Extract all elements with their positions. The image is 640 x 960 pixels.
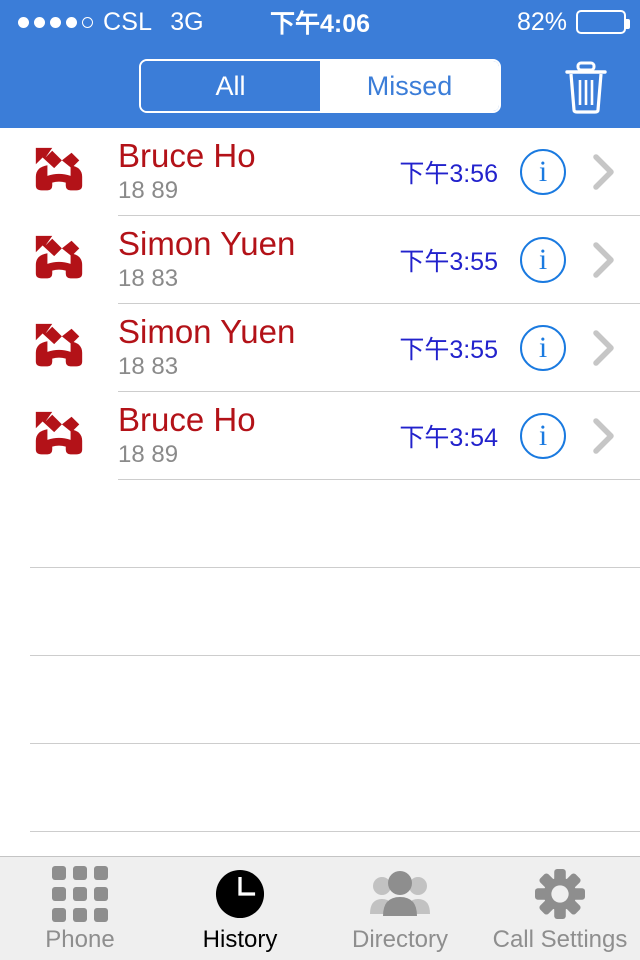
call-text: Simon Yuen 18 83: [118, 226, 399, 295]
call-time: 下午3:56: [399, 160, 498, 188]
chevron-right-icon: [593, 154, 614, 190]
missed-call-icon: [35, 323, 83, 367]
contact-number: 18 83: [118, 265, 179, 293]
table-row[interactable]: Simon Yuen 18 83 下午3:55 i: [0, 304, 640, 392]
row-separator: [30, 831, 640, 832]
call-text: Bruce Ho 18 89: [118, 138, 399, 207]
call-text: Bruce Ho 18 89: [118, 402, 399, 471]
empty-list-row: [0, 744, 640, 832]
clock-icon: [215, 868, 265, 920]
table-row[interactable]: Bruce Ho 18 89 下午3:54 i: [0, 392, 640, 480]
chevron-right-icon: [593, 330, 614, 366]
empty-list-row: [0, 480, 640, 568]
contact-name: Simon Yuen: [118, 225, 296, 262]
call-time: 下午3:55: [399, 248, 498, 276]
navigation-bar: All Missed: [0, 44, 640, 128]
tab-phone-label: Phone: [45, 925, 115, 953]
segment-missed[interactable]: Missed: [320, 61, 499, 111]
call-filter-segmented-control[interactable]: All Missed: [139, 59, 501, 113]
call-info-button[interactable]: i: [520, 149, 566, 195]
carrier-label: CSL: [103, 7, 153, 36]
delete-history-button[interactable]: [558, 60, 614, 114]
contact-number: 18 83: [118, 353, 179, 381]
contact-name: Bruce Ho: [118, 401, 256, 438]
call-history-list[interactable]: Bruce Ho 18 89 下午3:56 i Simon Yuen 18 83 下午3:5…: [0, 128, 640, 856]
contact-number: 18 89: [118, 441, 179, 469]
battery-icon: [576, 10, 630, 34]
tab-directory[interactable]: Directory: [320, 857, 480, 960]
missed-call-icon: [35, 411, 83, 455]
segment-all[interactable]: All: [141, 61, 320, 111]
call-time: 下午3:55: [399, 336, 498, 364]
call-info-button[interactable]: i: [520, 237, 566, 283]
status-bar: CSL 3G 下午4:06 82%: [0, 0, 640, 44]
disclosure-chevron[interactable]: [590, 329, 618, 367]
call-type-icon: [0, 128, 118, 216]
status-bar-right: 82%: [516, 0, 630, 44]
disclosure-chevron[interactable]: [590, 241, 618, 279]
signal-strength-icon: [18, 16, 93, 28]
empty-list-row: [0, 656, 640, 744]
table-row[interactable]: Bruce Ho 18 89 下午3:56 i: [0, 128, 640, 216]
missed-call-icon: [35, 235, 83, 279]
phone-app-screen: CSL 3G 下午4:06 82% All Missed Bruce Ho 18…: [0, 0, 640, 960]
call-type-icon: [0, 304, 118, 392]
contact-name: Bruce Ho: [118, 137, 256, 174]
missed-call-icon: [35, 147, 83, 191]
keypad-icon: [52, 865, 108, 922]
tab-history[interactable]: History: [160, 857, 320, 960]
table-row[interactable]: Simon Yuen 18 83 下午3:55 i: [0, 216, 640, 304]
chevron-right-icon: [593, 418, 614, 454]
contact-name: Simon Yuen: [118, 313, 296, 350]
tab-history-label: History: [202, 925, 278, 953]
call-info-button[interactable]: i: [520, 413, 566, 459]
call-type-icon: [0, 216, 118, 304]
status-bar-left: CSL 3G: [0, 8, 204, 37]
disclosure-chevron[interactable]: [590, 153, 618, 191]
tab-call-settings-label: Call Settings: [492, 925, 628, 953]
tab-call-settings[interactable]: Call Settings: [480, 857, 640, 960]
tab-bar: Phone History Directory Call Settings: [0, 856, 640, 960]
call-text: Simon Yuen 18 83: [118, 314, 399, 383]
call-type-icon: [0, 392, 118, 480]
call-info-button[interactable]: i: [520, 325, 566, 371]
tab-phone[interactable]: Phone: [0, 857, 160, 960]
disclosure-chevron[interactable]: [590, 417, 618, 455]
battery-percent-label: 82%: [516, 7, 567, 36]
empty-list-row: [0, 568, 640, 656]
gear-icon: [535, 868, 585, 920]
call-time: 下午3:54: [399, 424, 498, 452]
network-type-label: 3G: [170, 7, 204, 36]
tab-directory-label: Directory: [351, 925, 448, 953]
chevron-right-icon: [593, 242, 614, 278]
people-icon: [369, 868, 431, 920]
contact-number: 18 89: [118, 177, 179, 205]
trash-icon: [565, 61, 607, 114]
